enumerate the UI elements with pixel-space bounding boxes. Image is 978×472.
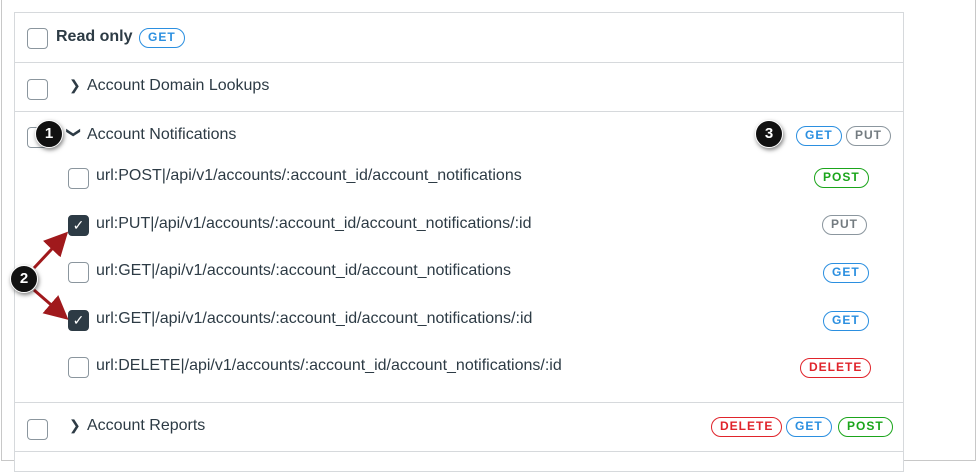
callout-arrows (32, 231, 69, 320)
callout-badge-1: 1 (35, 120, 63, 148)
callout-badge-2: 2 (10, 265, 38, 293)
arrow-to-put-checkbox (32, 231, 69, 270)
arrow-to-get-checkbox (33, 288, 69, 320)
callout-badge-3: 3 (755, 120, 783, 148)
